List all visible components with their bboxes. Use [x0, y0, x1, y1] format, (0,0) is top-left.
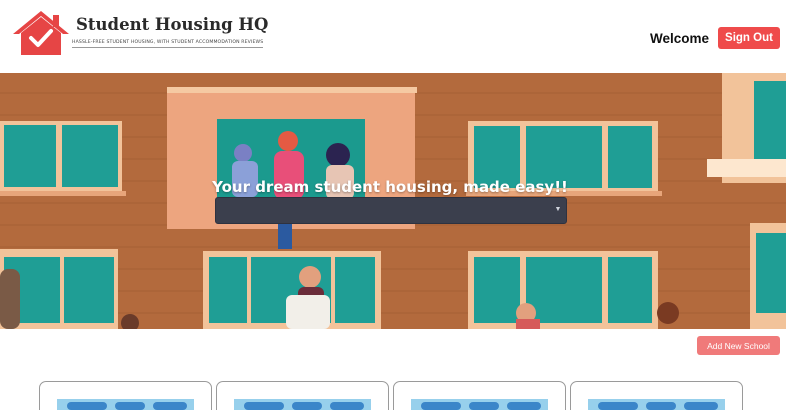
school-card-image: [234, 399, 371, 410]
brand-tagline: HASSLE-FREE STUDENT HOUSING, WITH STUDEN…: [72, 40, 264, 48]
school-card-image: [57, 399, 194, 410]
top-navbar: Student Housing HQ HASSLE-FREE STUDENT H…: [0, 0, 786, 73]
school-card-image: [411, 399, 548, 410]
chevron-down-icon: ▼: [554, 206, 562, 213]
welcome-text: Welcome: [650, 31, 710, 46]
brand-title[interactable]: Student Housing HQ: [76, 15, 268, 34]
school-card-image: [588, 399, 725, 410]
hero-banner: Your dream student housing, made easy!! …: [0, 73, 786, 329]
add-new-school-button[interactable]: Add New School: [697, 336, 780, 355]
school-select-dropdown[interactable]: ▼: [215, 197, 567, 224]
school-card[interactable]: [393, 381, 566, 410]
page: Student Housing HQ HASSLE-FREE STUDENT H…: [0, 0, 786, 410]
hero-title: Your dream student housing, made easy!!: [212, 178, 568, 196]
school-card[interactable]: [570, 381, 743, 410]
sign-out-button[interactable]: Sign Out: [718, 27, 780, 49]
school-card[interactable]: [39, 381, 212, 410]
school-card[interactable]: [216, 381, 389, 410]
house-check-logo-icon[interactable]: [12, 10, 70, 56]
